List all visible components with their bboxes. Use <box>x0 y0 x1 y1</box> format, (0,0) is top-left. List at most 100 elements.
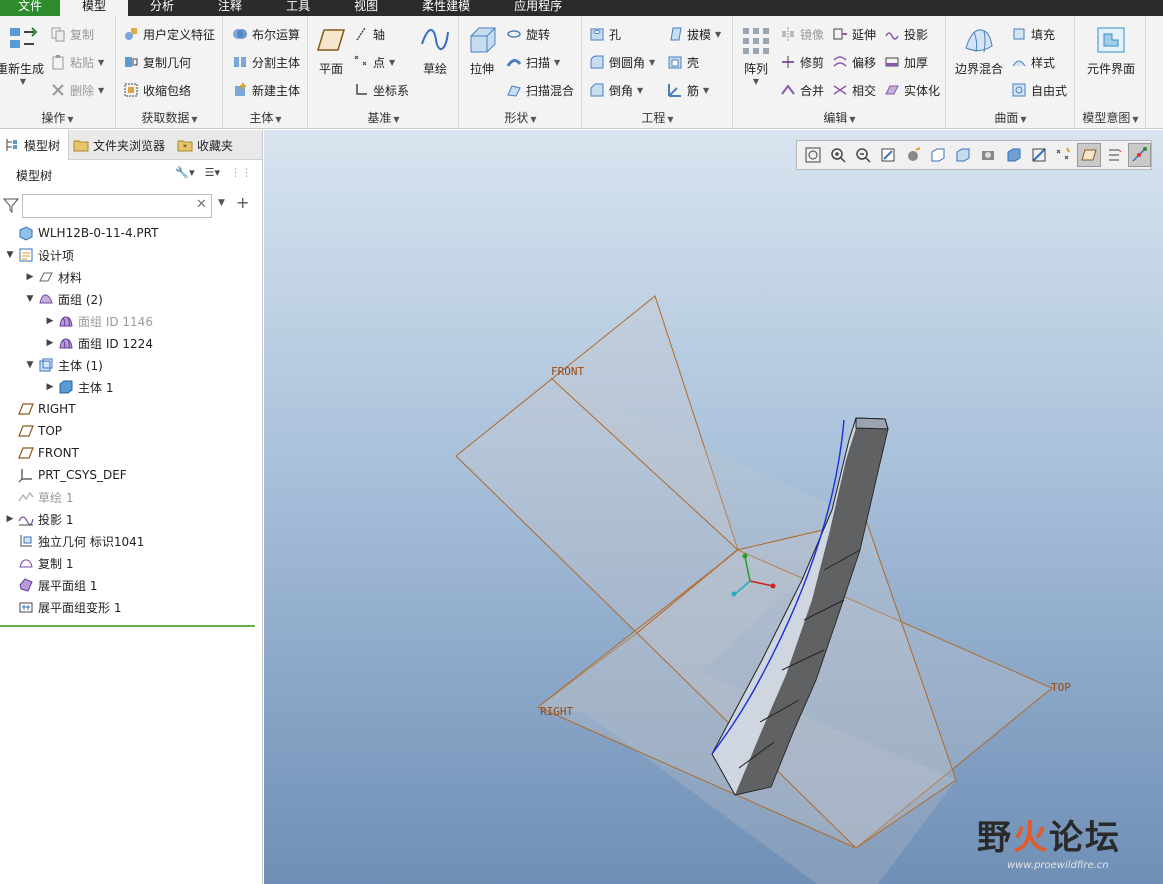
tab-applications[interactable]: 应用程序 <box>492 0 584 16</box>
group-get-data-label[interactable]: 获取数据 ▼ <box>117 109 222 126</box>
regenerate-button[interactable]: 重新生成 ▼ <box>0 24 46 86</box>
tab-model[interactable]: 模型 <box>60 0 129 16</box>
group-shapes-label[interactable]: 形状 ▼ <box>460 109 581 126</box>
udf-button[interactable]: 用户定义特征 <box>123 24 215 44</box>
body-group-icon <box>38 357 54 373</box>
show-list-icon[interactable]: ☰▾ <box>205 166 220 179</box>
fill-button[interactable]: 填充 <box>1011 24 1055 44</box>
tab-favorites[interactable]: * 收藏夹 <box>173 130 241 160</box>
sweep-button[interactable]: 扫描 ▼ <box>506 52 560 72</box>
solidify-button[interactable]: 实体化 <box>884 80 940 100</box>
tree-node[interactable]: FRONT <box>0 442 262 464</box>
tree-node[interactable]: ▼ 设计项 <box>0 244 262 266</box>
tree-node[interactable]: ▶ 材料 <box>0 266 262 288</box>
expand-arrow-icon[interactable]: ▶ <box>44 382 56 392</box>
split-body-button[interactable]: 分割主体 <box>232 52 300 72</box>
collapse-arrow-icon[interactable]: ▼ <box>24 294 36 304</box>
sketch-button[interactable]: 草绘 <box>415 24 455 77</box>
csys-button[interactable]: 坐标系 <box>353 80 409 100</box>
tree-node[interactable]: ▼ 面组 (2) <box>0 288 262 310</box>
component-interface-button[interactable]: 元件界面 <box>1080 24 1142 77</box>
axis-button[interactable]: 轴 <box>353 24 385 44</box>
mirror-button[interactable]: 镜像 <box>780 24 824 44</box>
tab-analysis[interactable]: 分析 <box>128 0 196 16</box>
copy-feature-icon <box>18 555 34 571</box>
add-filter-icon[interactable]: + <box>236 193 249 212</box>
style-button[interactable]: 样式 <box>1011 52 1055 72</box>
tree-search-input[interactable] <box>22 194 212 218</box>
revolve-button[interactable]: 旋转 <box>506 24 550 44</box>
group-engineering-label[interactable]: 工程 ▼ <box>583 109 732 126</box>
thicken-button[interactable]: 加厚 <box>884 52 928 72</box>
shrinkwrap-button[interactable]: 收缩包络 <box>123 80 191 100</box>
hole-button[interactable]: 孔 <box>589 24 621 44</box>
draft-button[interactable]: 拔模 ▼ <box>667 24 721 44</box>
offset-button[interactable]: 偏移 <box>832 52 876 72</box>
merge-button[interactable]: 合并 <box>780 80 824 100</box>
tree-node[interactable]: PRT_CSYS_DEF <box>0 464 262 486</box>
clear-search-icon[interactable]: ✕ <box>196 197 207 212</box>
copy-geometry-button[interactable]: 复制几何 <box>123 52 191 72</box>
collapse-arrow-icon[interactable]: ▼ <box>24 360 36 370</box>
tree-node[interactable]: WLH12B-0-11-4.PRT <box>0 222 262 244</box>
boundary-blend-icon <box>962 24 996 56</box>
tree-node[interactable]: 展平面组 1 <box>0 574 262 596</box>
copy-button[interactable]: 复制 <box>50 24 94 44</box>
pattern-button[interactable]: 阵列 ▼ <box>738 24 774 86</box>
tree-node[interactable]: ▼ 主体 (1) <box>0 354 262 376</box>
expand-arrow-icon[interactable]: ▶ <box>4 514 16 524</box>
collapse-arrow-icon[interactable]: ▼ <box>4 250 16 260</box>
tab-file[interactable]: 文件 <box>0 0 61 16</box>
udf-label: 用户定义特征 <box>143 27 216 42</box>
chamfer-button[interactable]: 倒角 ▼ <box>589 80 643 100</box>
pattern-icon <box>739 24 773 56</box>
settings-tools-icon[interactable]: 🔧▾ <box>175 166 194 179</box>
delete-button[interactable]: 删除 ▼ <box>50 80 104 100</box>
round-button[interactable]: 倒圆角 ▼ <box>589 52 655 72</box>
tree-node[interactable]: 展平面组变形 1 <box>0 596 262 618</box>
intersect-button[interactable]: 相交 <box>832 80 876 100</box>
part-icon <box>18 225 34 241</box>
tree-node[interactable]: 独立几何 标识1041 <box>0 530 262 552</box>
tree-filter-icon[interactable]: ⋮⋮ <box>230 166 252 179</box>
paste-button[interactable]: 粘贴 ▼ <box>50 52 104 72</box>
tab-model-tree[interactable]: 模型树 <box>0 130 70 160</box>
tab-annotate[interactable]: 注释 <box>196 0 264 16</box>
group-surfaces-label[interactable]: 曲面 ▼ <box>947 109 1074 126</box>
plane-button[interactable]: 平面 <box>313 24 349 77</box>
tab-view[interactable]: 视图 <box>332 0 400 16</box>
tree-node[interactable]: ▶ 主体 1 <box>0 376 262 398</box>
tab-tools[interactable]: 工具 <box>264 0 332 16</box>
tree-node[interactable]: 复制 1 <box>0 552 262 574</box>
tree-node[interactable]: ▶ 面组 ID 1224 <box>0 332 262 354</box>
group-editing-label[interactable]: 编辑 ▼ <box>734 109 945 126</box>
trim-button[interactable]: 修剪 <box>780 52 824 72</box>
graphics-viewport[interactable]: FRONT RIGHT TOP 野火论坛 www.proewildfire.cn <box>264 130 1163 884</box>
search-options-icon[interactable]: ▼ <box>218 198 225 208</box>
expand-arrow-icon[interactable]: ▶ <box>24 272 36 282</box>
tab-flexible-modeling[interactable]: 柔性建模 <box>400 0 492 16</box>
shell-button[interactable]: 壳 <box>667 52 699 72</box>
tree-node[interactable]: 草绘 1 <box>0 486 262 508</box>
group-datum-label[interactable]: 基准 ▼ <box>309 109 458 126</box>
expand-arrow-icon[interactable]: ▶ <box>44 338 56 348</box>
tree-node[interactable]: ▶ 面组 ID 1146 <box>0 310 262 332</box>
extend-button[interactable]: 延伸 <box>832 24 876 44</box>
swept-blend-button[interactable]: 扫描混合 <box>506 80 574 100</box>
group-operations-label[interactable]: 操作 ▼ <box>0 109 115 126</box>
tree-node[interactable]: RIGHT <box>0 398 262 420</box>
new-body-button[interactable]: 新建主体 <box>232 80 300 100</box>
rib-button[interactable]: 筋 ▼ <box>667 80 709 100</box>
extrude-button[interactable]: 拉伸 <box>464 24 500 77</box>
tree-node[interactable]: ▶ 投影 1 <box>0 508 262 530</box>
boolean-button[interactable]: 布尔运算 <box>232 24 300 44</box>
tree-node[interactable]: TOP <box>0 420 262 442</box>
group-model-intent-label[interactable]: 模型意图 ▼ <box>1076 109 1145 126</box>
point-button[interactable]: 点 ▼ <box>353 52 395 72</box>
boundary-blend-button[interactable]: 边界混合 <box>951 24 1007 77</box>
group-body-label[interactable]: 主体 ▼ <box>224 109 307 126</box>
tab-folder-browser[interactable]: 文件夹浏览器 <box>69 130 173 160</box>
project-button[interactable]: 投影 <box>884 24 928 44</box>
expand-arrow-icon[interactable]: ▶ <box>44 316 56 326</box>
freestyle-button[interactable]: 自由式 <box>1011 80 1067 100</box>
